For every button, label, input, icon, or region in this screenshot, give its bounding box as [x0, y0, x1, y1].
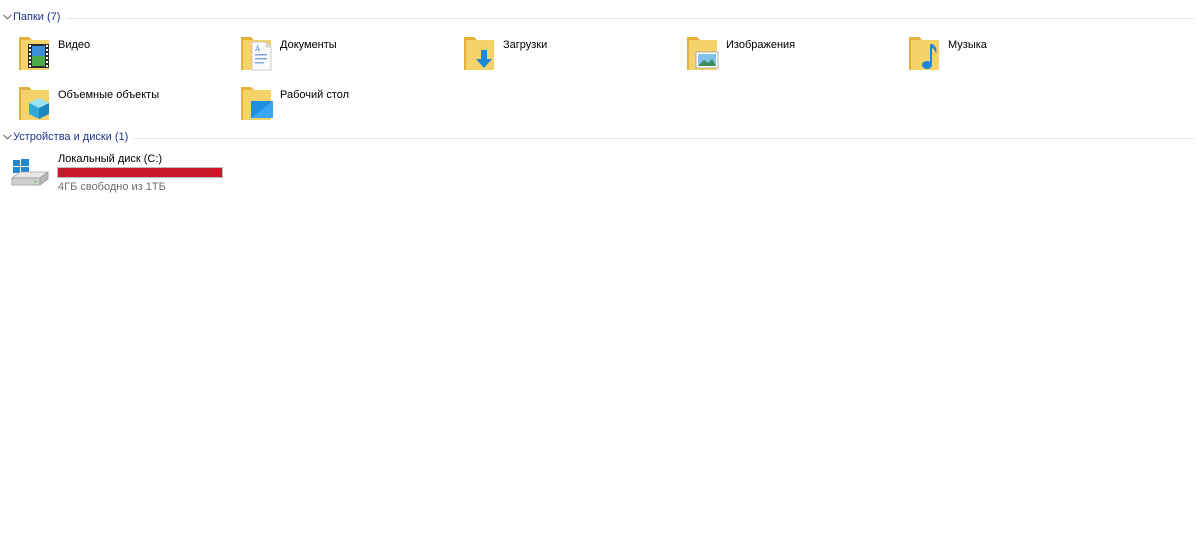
- folders-group-title: Папки (7): [13, 11, 61, 23]
- chevron-down-icon[interactable]: [1, 131, 13, 143]
- folder-label: Рабочий стол: [280, 89, 350, 101]
- group-divider: [66, 17, 1194, 19]
- folder-item-music[interactable]: Музыка: [908, 34, 1118, 78]
- pictures-folder-icon: [686, 34, 726, 78]
- windows-drive-icon: [10, 158, 54, 194]
- folder-item-downloads[interactable]: Загрузки: [463, 34, 673, 78]
- folders-group-header[interactable]: Папки (7): [0, 9, 1194, 25]
- chevron-down-icon[interactable]: [1, 11, 13, 23]
- folder-label: Музыка: [948, 39, 987, 51]
- folder-label: Объемные объекты: [58, 89, 160, 101]
- drive-usage-bar: [57, 167, 223, 178]
- folder-label: Видео: [58, 39, 91, 51]
- drive-free-space: 4ГБ свободно из 1ТБ: [58, 181, 166, 193]
- folder-label: Загрузки: [503, 39, 548, 51]
- desktop-folder-icon: [240, 84, 280, 128]
- folder-item-3d-objects[interactable]: Объемные объекты: [18, 84, 228, 128]
- video-folder-icon: [18, 34, 58, 78]
- devices-group-header[interactable]: Устройства и диски (1): [0, 129, 1194, 145]
- drive-item-c[interactable]: Локальный диск (C:) 4ГБ свободно из 1ТБ: [10, 152, 240, 198]
- devices-group-title: Устройства и диски (1): [13, 131, 129, 143]
- folder-item-documents[interactable]: A Документы: [240, 34, 450, 78]
- documents-folder-icon: A: [240, 34, 280, 78]
- folder-item-pictures[interactable]: Изображения: [686, 34, 896, 78]
- downloads-folder-icon: [463, 34, 503, 78]
- music-folder-icon: [908, 34, 948, 78]
- folder-item-desktop[interactable]: Рабочий стол: [240, 84, 450, 128]
- drive-label: Локальный диск (C:): [58, 153, 163, 165]
- folder-label: Документы: [280, 39, 337, 51]
- folder-item-video[interactable]: Видео: [18, 34, 228, 78]
- 3d-objects-folder-icon: [18, 84, 58, 128]
- svg-text:A: A: [254, 45, 261, 53]
- drive-usage-fill: [58, 168, 222, 177]
- group-divider: [134, 137, 1194, 139]
- folder-label: Изображения: [726, 39, 796, 51]
